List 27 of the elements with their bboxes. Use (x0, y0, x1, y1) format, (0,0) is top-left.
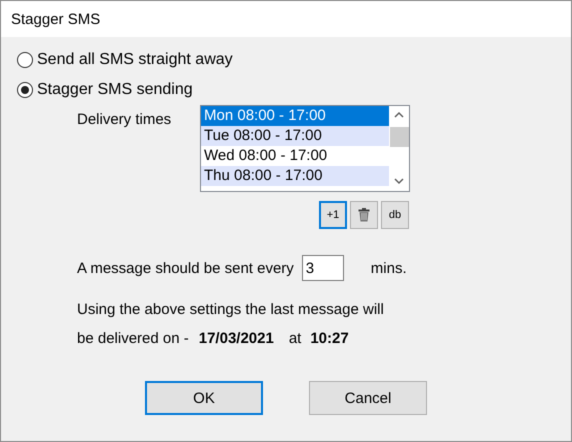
delete-button[interactable] (350, 201, 378, 229)
db-button[interactable]: db (381, 201, 409, 229)
delivery-times-label: Delivery times (77, 110, 172, 130)
scrollbar-thumb[interactable] (390, 127, 408, 147)
interval-field[interactable]: 3 (302, 255, 344, 281)
at-label: at (288, 330, 302, 347)
scroll-up-icon[interactable] (394, 111, 404, 118)
window-title: Stagger SMS (11, 10, 100, 28)
unit-label: mins. (370, 260, 407, 276)
radio-option[interactable]: Stagger SMS sending (17, 75, 571, 105)
delivery-date: 17/03/2021 (198, 330, 274, 347)
list-item[interactable]: Tue 08:00 - 17:00 (201, 126, 389, 146)
scroll-down-icon[interactable] (394, 178, 404, 185)
delivery-time: 10:27 (310, 330, 349, 347)
list-item[interactable]: Thu 08:00 - 17:00 (201, 166, 389, 186)
add-button[interactable]: +1 (319, 201, 347, 229)
trash-icon (358, 208, 370, 222)
list-item[interactable]: Wed 08:00 - 17:00 (201, 146, 389, 166)
ok-button[interactable]: OK (145, 381, 263, 415)
summary-text: Using the above settings the last message will (77, 301, 385, 318)
radio-option[interactable]: Send all SMS straight away (17, 45, 571, 75)
radio-button[interactable] (17, 52, 33, 68)
radio-button[interactable] (17, 82, 33, 98)
interval-label: A message should be sent every (77, 260, 294, 276)
list-item[interactable]: Mon 08:00 - 17:00 (201, 106, 389, 126)
cancel-button[interactable]: Cancel (309, 381, 427, 415)
summary-text: be delivered on - (77, 330, 189, 347)
